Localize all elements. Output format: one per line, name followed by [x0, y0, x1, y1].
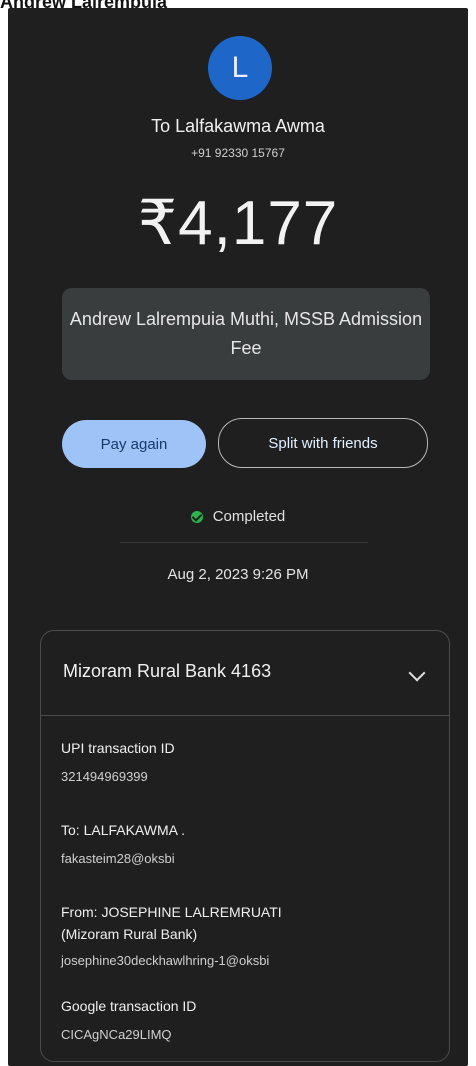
- bank-header[interactable]: Mizoram Rural Bank 4163: [41, 631, 449, 716]
- transaction-datetime: Aug 2, 2023 9:26 PM: [167, 566, 309, 583]
- split-label: Split with friends: [268, 434, 378, 452]
- chevron-down-icon[interactable]: [408, 664, 426, 682]
- avatar-letter: L: [231, 51, 249, 84]
- status-row: Completed: [0, 508, 476, 525]
- divider: [120, 542, 368, 543]
- split-with-friends-button[interactable]: Split with friends: [218, 418, 428, 468]
- bank-name: Mizoram Rural Bank 4163: [63, 661, 272, 681]
- status-label: Completed: [212, 508, 286, 525]
- check-circle-icon: [190, 510, 203, 523]
- from-label-line2: (Mizoram Rural Bank): [61, 926, 198, 942]
- upi-id-value: 321494969399: [61, 769, 148, 784]
- pay-again-button[interactable]: Pay again: [62, 420, 206, 468]
- google-id-label: Google transaction ID: [61, 998, 197, 1014]
- pay-again-label: Pay again: [100, 435, 168, 453]
- payment-note: Andrew Lalrempuia Muthi, MSSB Admission …: [62, 288, 430, 380]
- to-upi-value: fakasteim28@oksbi: [61, 851, 175, 866]
- payment-amount: ₹4,177: [137, 189, 339, 258]
- google-id-value: CICAgNCa29LIMQ: [61, 1027, 172, 1042]
- upi-id-label: UPI transaction ID: [61, 740, 175, 756]
- transaction-details-card: Mizoram Rural Bank 4163 UPI transaction …: [40, 630, 450, 1062]
- avatar: L: [208, 36, 272, 100]
- payment-note-text: Andrew Lalrempuia Muthi, MSSB Admission …: [69, 309, 423, 358]
- from-upi-value: josephine30deckhawlhring-1@oksbi: [61, 953, 270, 968]
- recipient-name: To Lalfakawma Awma: [151, 116, 325, 136]
- recipient-phone: +91 92330 15767: [191, 146, 285, 160]
- from-label-line1: From: JOSEPHINE LALREMRUATI: [61, 904, 282, 920]
- to-label: To: LALFAKAWMA .: [61, 822, 185, 838]
